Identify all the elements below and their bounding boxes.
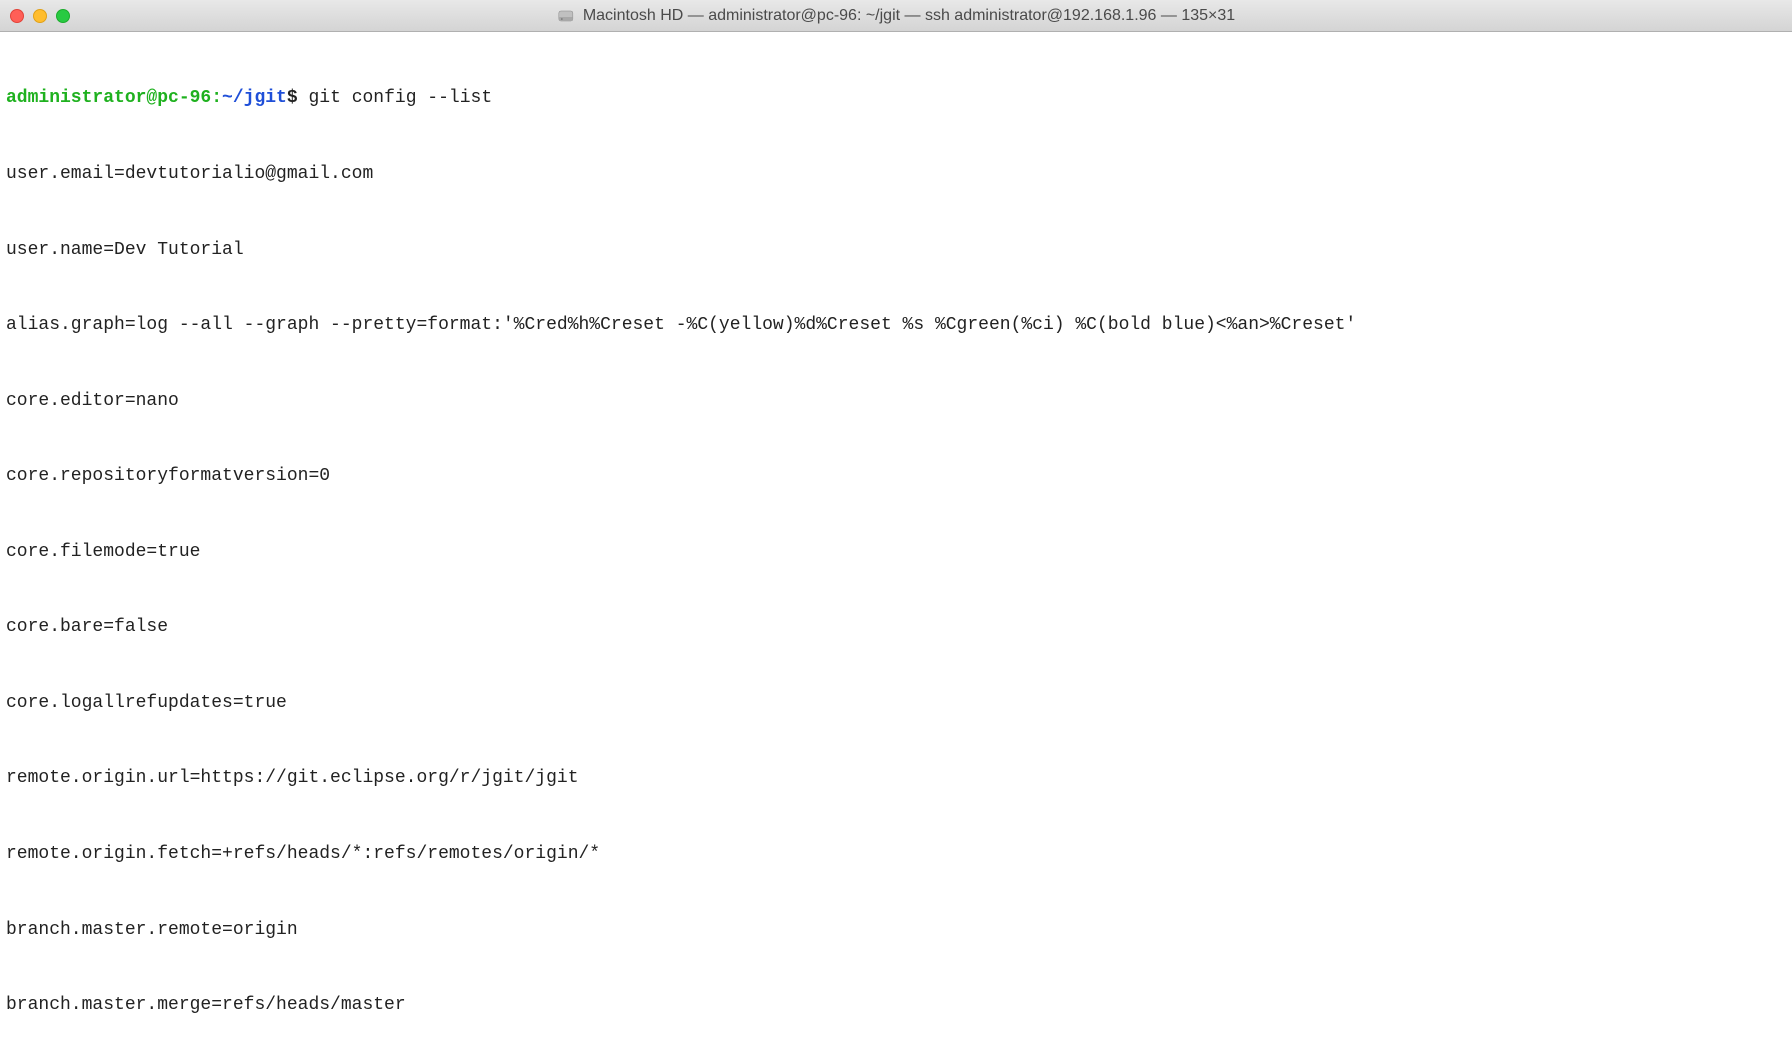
window-titlebar: Macintosh HD — administrator@pc-96: ~/jg… [0,0,1792,32]
terminal-content[interactable]: administrator@pc-96:~/jgit$ git config -… [0,32,1792,1052]
output-line: branch.master.remote=origin [6,918,1786,943]
prompt-separator: : [211,88,222,108]
window-title-wrap: Macintosh HD — administrator@pc-96: ~/jg… [557,7,1235,25]
window-title: Macintosh HD — administrator@pc-96: ~/jg… [583,7,1235,25]
output-line: core.repositoryformatversion=0 [6,464,1786,489]
output-line: remote.origin.fetch=+refs/heads/*:refs/r… [6,842,1786,867]
entered-command: git config --list [308,88,492,108]
output-line: user.name=Dev Tutorial [6,238,1786,263]
close-button[interactable] [10,9,24,23]
output-line: remote.origin.url=https://git.eclipse.or… [6,766,1786,791]
prompt-user-host: administrator@pc-96 [6,88,211,108]
minimize-button[interactable] [33,9,47,23]
prompt-path: ~/jgit [222,88,287,108]
output-line: user.email=devtutorialio@gmail.com [6,162,1786,187]
output-line: core.editor=nano [6,389,1786,414]
output-line: core.filemode=true [6,540,1786,565]
output-line: core.logallrefupdates=true [6,691,1786,716]
prompt-symbol: $ [287,88,298,108]
output-line: alias.graph=log --all --graph --pretty=f… [6,313,1786,338]
traffic-lights [10,9,70,23]
output-line: core.bare=false [6,615,1786,640]
output-line: branch.master.merge=refs/heads/master [6,993,1786,1018]
zoom-button[interactable] [56,9,70,23]
disk-icon [557,7,575,25]
command-line: administrator@pc-96:~/jgit$ git config -… [6,86,1786,111]
